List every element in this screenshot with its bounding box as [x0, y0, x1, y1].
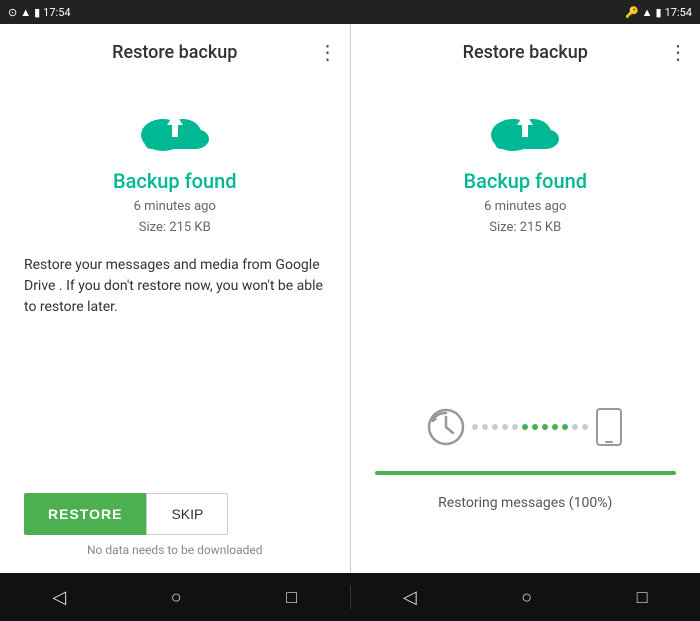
right-backup-meta: 6 minutes ago Size: 215 KB: [484, 197, 566, 239]
dot-8: [552, 424, 558, 430]
status-bar: ⊙ ▲ ▮ 17:54 🔑 ▲ ▮ 17:54: [0, 0, 700, 24]
left-home-button[interactable]: ○: [163, 579, 190, 616]
signal-icon: ⊙: [8, 6, 17, 19]
dot-9: [562, 424, 568, 430]
right-time-ago: 6 minutes ago: [484, 199, 566, 214]
progress-area: Restoring messages (100%): [351, 325, 700, 574]
left-button-row: RESTORE SKIP: [24, 493, 228, 535]
status-bar-right: 🔑 ▲ ▮ 17:54: [350, 6, 692, 19]
left-time-ago: 6 minutes ago: [134, 199, 216, 214]
right-app-bar: Restore backup ⋮: [351, 24, 700, 80]
right-title: Restore backup: [463, 42, 588, 63]
right-menu-button[interactable]: ⋮: [668, 42, 688, 62]
right-nav: ◁ ○ □: [351, 579, 700, 616]
dot-0: [472, 424, 478, 430]
restore-button[interactable]: RESTORE: [24, 493, 146, 535]
dot-6: [532, 424, 538, 430]
left-back-button[interactable]: ◁: [44, 579, 74, 616]
right-cloud-icon-wrap: [485, 96, 565, 161]
left-title: Restore backup: [112, 42, 237, 63]
cloud-upload-icon: [135, 99, 215, 159]
status-bar-left: ⊙ ▲ ▮ 17:54: [8, 6, 350, 19]
restoring-text: Restoring messages (100%): [438, 495, 612, 511]
key-icon: 🔑: [625, 6, 639, 19]
battery-icon-right: ▮: [656, 6, 662, 19]
dot-10: [572, 424, 578, 430]
history-icon: [426, 407, 466, 447]
dot-3: [502, 424, 508, 430]
left-backup-found: Backup found: [113, 169, 237, 193]
dot-1: [482, 424, 488, 430]
no-download-label: No data needs to be downloaded: [87, 543, 263, 565]
left-backup-meta: 6 minutes ago Size: 215 KB: [134, 197, 216, 239]
dot-4: [512, 424, 518, 430]
wifi-icon: ▲: [20, 6, 31, 19]
skip-button[interactable]: SKIP: [146, 493, 228, 535]
dot-5: [522, 424, 528, 430]
left-restore-message: Restore your messages and media from Goo…: [24, 255, 326, 318]
progress-bar-fill: [375, 471, 677, 475]
right-cloud-upload-icon: [485, 99, 565, 159]
left-recents-button[interactable]: □: [278, 579, 305, 616]
dot-7: [542, 424, 548, 430]
time-right: 17:54: [665, 6, 692, 19]
left-app-bar: Restore backup ⋮: [0, 24, 350, 80]
dot-2: [492, 424, 498, 430]
dots-area: [472, 424, 588, 430]
left-nav: ◁ ○ □: [0, 579, 350, 616]
panels: Restore backup ⋮ Backup found 6 minutes …: [0, 24, 700, 573]
cloud-icon-wrap: [135, 96, 215, 161]
nav-bar: ◁ ○ □ ◁ ○ □: [0, 573, 700, 621]
battery-icon: ▮: [34, 6, 40, 19]
right-recents-button[interactable]: □: [629, 579, 656, 616]
right-size: Size: 215 KB: [489, 220, 561, 235]
wifi-icon-right: ▲: [642, 6, 653, 19]
left-size: Size: 215 KB: [139, 220, 211, 235]
phone-icon: [594, 407, 624, 447]
restore-animation: [426, 407, 624, 447]
dot-11: [582, 424, 588, 430]
time-left: 17:54: [43, 6, 70, 19]
right-backup-found: Backup found: [463, 169, 587, 193]
right-back-button[interactable]: ◁: [395, 579, 425, 616]
progress-bar-wrap: [375, 471, 677, 475]
right-content: Backup found 6 minutes ago Size: 215 KB: [351, 80, 700, 325]
left-content: Backup found 6 minutes ago Size: 215 KB …: [0, 80, 350, 573]
left-menu-button[interactable]: ⋮: [318, 42, 338, 62]
right-home-button[interactable]: ○: [513, 579, 540, 616]
right-panel: Restore backup ⋮ Backup found 6 minutes …: [351, 24, 700, 573]
left-panel: Restore backup ⋮ Backup found 6 minutes …: [0, 24, 351, 573]
